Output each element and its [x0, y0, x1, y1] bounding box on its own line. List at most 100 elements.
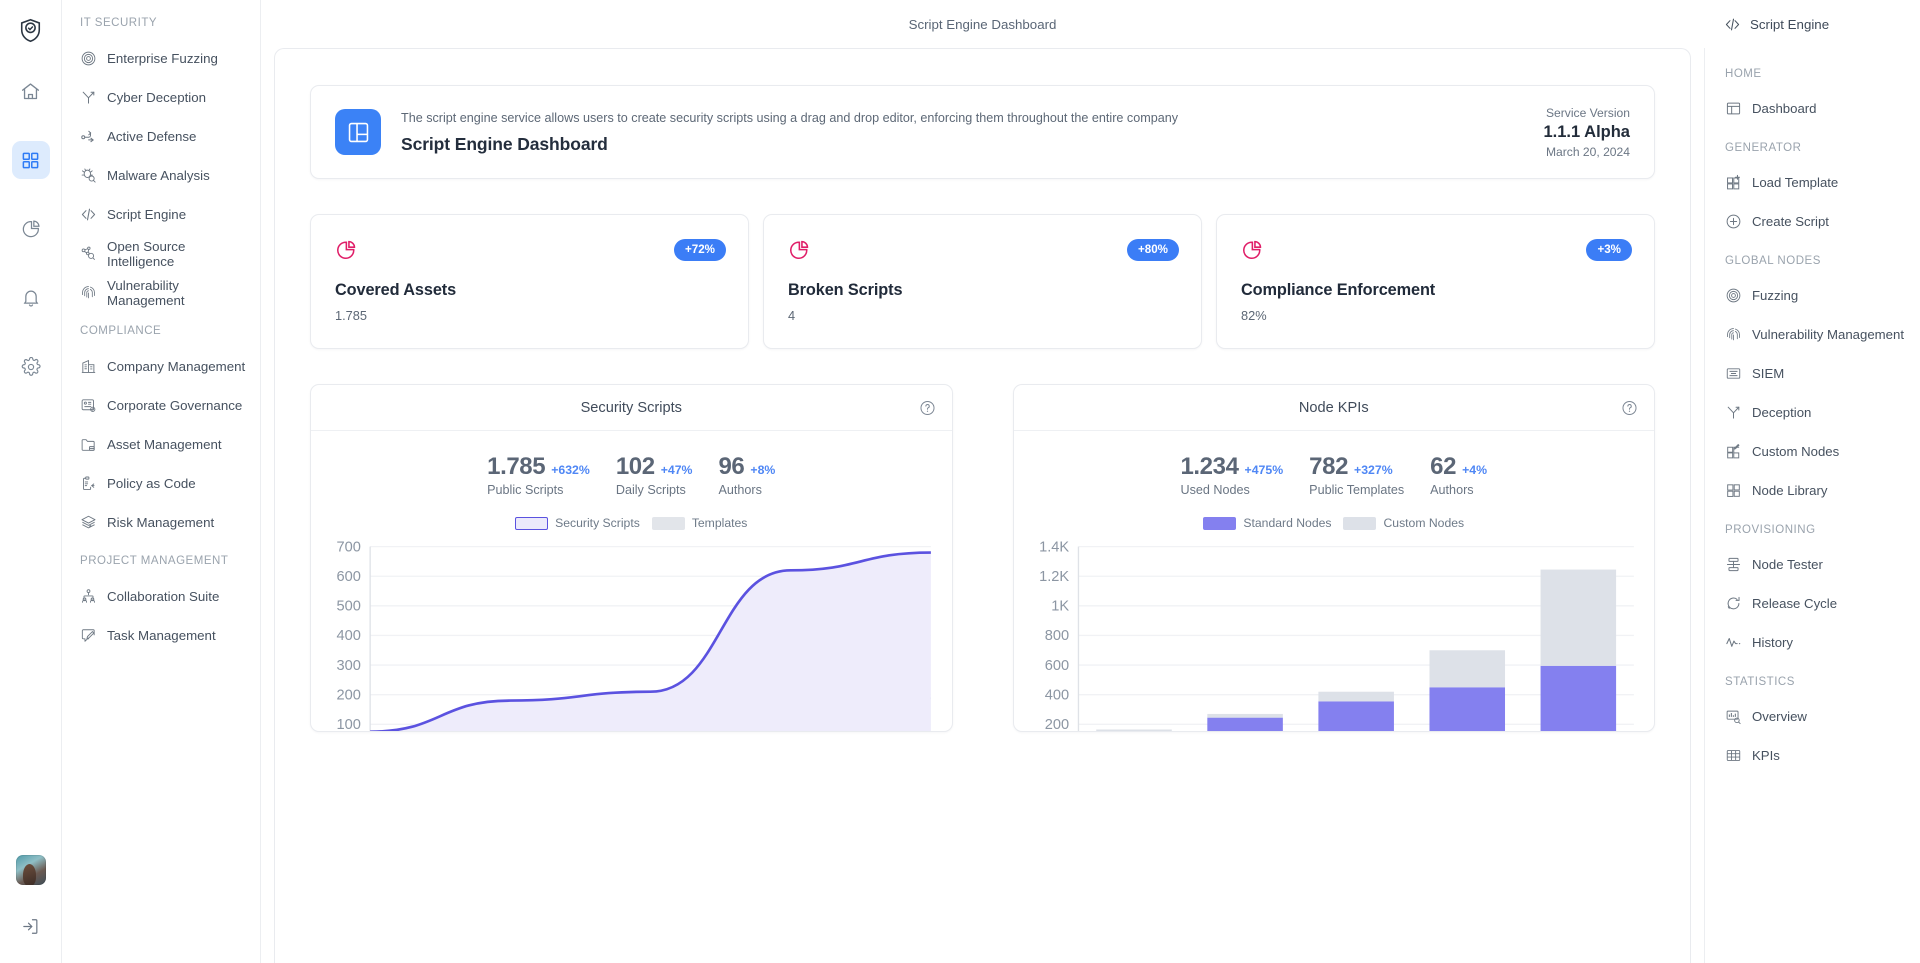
right-nav-item-label: Load Template: [1752, 175, 1838, 190]
legend-swatch: [515, 517, 548, 530]
rail-home-button[interactable]: [12, 72, 50, 110]
sidebar-item-policy-as-code[interactable]: Policy as Code: [62, 464, 260, 503]
right-nav-item-kpis[interactable]: KPIs: [1705, 736, 1920, 775]
right-sidebar-header: Script Engine: [1704, 0, 1920, 48]
sidebar-item-label: Malware Analysis: [107, 168, 210, 183]
stat-top: 102 +47%: [616, 453, 693, 481]
kpi-card-name: Broken Scripts: [788, 281, 1179, 300]
right-nav-group-title: PROVISIONING: [1705, 524, 1920, 536]
left-nav-group-title: COMPLIANCE: [62, 325, 260, 337]
svg-text:800: 800: [1044, 628, 1068, 644]
kpi-card-compliance-enforcement[interactable]: +3% Compliance Enforcement 82%: [1216, 214, 1655, 349]
folder-icon: [80, 436, 97, 453]
sidebar-item-risk-management[interactable]: Risk Management: [62, 503, 260, 542]
legend-item[interactable]: Custom Nodes: [1343, 516, 1464, 530]
right-nav-item-label: Deception: [1752, 405, 1811, 420]
sidebar-item-vulnerability-management[interactable]: Vulnerability Management: [62, 273, 260, 312]
kpi-card-broken-scripts[interactable]: +80% Broken Scripts 4: [763, 214, 1202, 349]
rail-apps-button[interactable]: [12, 141, 50, 179]
sidebar-item-enterprise-fuzzing[interactable]: Enterprise Fuzzing: [62, 39, 260, 78]
refresh-icon: [1725, 595, 1742, 612]
svg-text:500: 500: [336, 599, 360, 615]
right-nav-item-history[interactable]: History: [1705, 623, 1920, 662]
right-nav-item-release-cycle[interactable]: Release Cycle: [1705, 584, 1920, 623]
sidebar-item-label: Collaboration Suite: [107, 589, 219, 604]
right-nav-item-dashboard[interactable]: Dashboard: [1705, 89, 1920, 128]
kpi-card-value: 1.785: [335, 308, 726, 323]
sidebar-item-company-management[interactable]: Company Management: [62, 347, 260, 386]
svg-text:300: 300: [336, 658, 360, 674]
sidebar-item-label: Company Management: [107, 359, 245, 374]
sidebar-item-active-defense[interactable]: Active Defense: [62, 117, 260, 156]
right-nav-item-node-library[interactable]: Node Library: [1705, 471, 1920, 510]
right-nav-item-node-tester[interactable]: Node Tester: [1705, 545, 1920, 584]
stat-public-templates: 782 +327% Public Templates: [1309, 453, 1404, 497]
left-nav-group-title: IT SECURITY: [62, 17, 260, 29]
legend-item[interactable]: Security Scripts: [515, 516, 640, 530]
sidebar-item-asset-management[interactable]: Asset Management: [62, 425, 260, 464]
sidebar-item-script-engine[interactable]: Script Engine: [62, 195, 260, 234]
avatar[interactable]: [16, 855, 46, 885]
right-nav-item-overview[interactable]: Overview: [1705, 697, 1920, 736]
chart-legend: Standard Nodes Custom Nodes: [1014, 516, 1655, 530]
right-nav-item-label: Create Script: [1752, 214, 1829, 229]
stat-number: 1.785: [487, 453, 545, 481]
sidebar-item-corporate-governance[interactable]: Corporate Governance: [62, 386, 260, 425]
help-circle-icon[interactable]: [1621, 399, 1638, 416]
kpi-card-row: +72% Covered Assets 1.785 +80% Broken Sc…: [310, 214, 1655, 349]
chart-card-node-kpis: Node KPIs 1.234 +475% Used Nodes: [1013, 384, 1656, 732]
kpi-card-top: +3%: [1241, 239, 1632, 261]
sidebar-item-task-management[interactable]: Task Management: [62, 616, 260, 655]
right-nav-item-vulnerability-management[interactable]: Vulnerability Management: [1705, 315, 1920, 354]
branch-icon: [1725, 404, 1742, 421]
rail-analytics-button[interactable]: [12, 210, 50, 248]
rail-notifications-button[interactable]: [12, 279, 50, 317]
table-icon: [1725, 747, 1742, 764]
right-nav-item-label: KPIs: [1752, 748, 1780, 763]
right-nav-group-title: GLOBAL NODES: [1705, 255, 1920, 267]
edit-note-icon: [80, 627, 97, 644]
kpi-card-covered-assets[interactable]: +72% Covered Assets 1.785: [310, 214, 749, 349]
rail-settings-button[interactable]: [12, 348, 50, 386]
layers-eye-icon: [80, 514, 97, 531]
main-content: Script Engine Dashboard The script engin…: [261, 0, 1704, 963]
logout-icon[interactable]: [12, 907, 50, 945]
fingerprint-icon: [1725, 326, 1742, 343]
right-nav-item-deception[interactable]: Deception: [1705, 393, 1920, 432]
legend-swatch: [1203, 517, 1236, 530]
status-badge: +80%: [1127, 239, 1179, 261]
sidebar-item-label: Cyber Deception: [107, 90, 206, 105]
kpi-card-value: 82%: [1241, 308, 1632, 323]
right-nav-item-custom-nodes[interactable]: Custom Nodes: [1705, 432, 1920, 471]
stat-delta: +8%: [750, 463, 775, 477]
right-nav-item-label: SIEM: [1752, 366, 1784, 381]
legend-item[interactable]: Standard Nodes: [1203, 516, 1331, 530]
right-nav-item-load-template[interactable]: Load Template: [1705, 163, 1920, 202]
kpi-card-name: Covered Assets: [335, 281, 726, 300]
svg-text:700: 700: [336, 539, 360, 555]
sidebar-item-label: Enterprise Fuzzing: [107, 51, 218, 66]
legend-item[interactable]: Templates: [652, 516, 748, 530]
sidebar-item-label: Risk Management: [107, 515, 214, 530]
service-version-date: March 20, 2024: [1543, 145, 1630, 159]
legend-label: Templates: [692, 516, 748, 530]
sidebar-item-open-source-intelligence[interactable]: Open Source Intelligence: [62, 234, 260, 273]
right-nav-item-siem[interactable]: SIEM: [1705, 354, 1920, 393]
svg-text:100: 100: [336, 717, 360, 732]
right-nav-item-create-script[interactable]: Create Script: [1705, 202, 1920, 241]
right-nav-item-fuzzing[interactable]: Fuzzing: [1705, 276, 1920, 315]
shield-check-logo: [11, 10, 51, 50]
stat-public-scripts: 1.785 +632% Public Scripts: [487, 453, 590, 497]
sidebar-item-malware-analysis[interactable]: Malware Analysis: [62, 156, 260, 195]
sidebar-item-label: Script Engine: [107, 207, 186, 222]
left-nav-group-title: PROJECT MANAGEMENT: [62, 555, 260, 567]
stat-number: 96: [718, 453, 744, 481]
stat-authors: 62 +4% Authors: [1430, 453, 1487, 497]
help-circle-icon[interactable]: [919, 399, 936, 416]
sidebar-item-cyber-deception[interactable]: Cyber Deception: [62, 78, 260, 117]
service-version-label: Service Version: [1543, 106, 1630, 120]
sidebar-item-collaboration-suite[interactable]: Collaboration Suite: [62, 577, 260, 616]
right-nav-item-label: Node Library: [1752, 483, 1828, 498]
stat-delta: +632%: [551, 463, 590, 477]
sidebar-item-label: Asset Management: [107, 437, 222, 452]
